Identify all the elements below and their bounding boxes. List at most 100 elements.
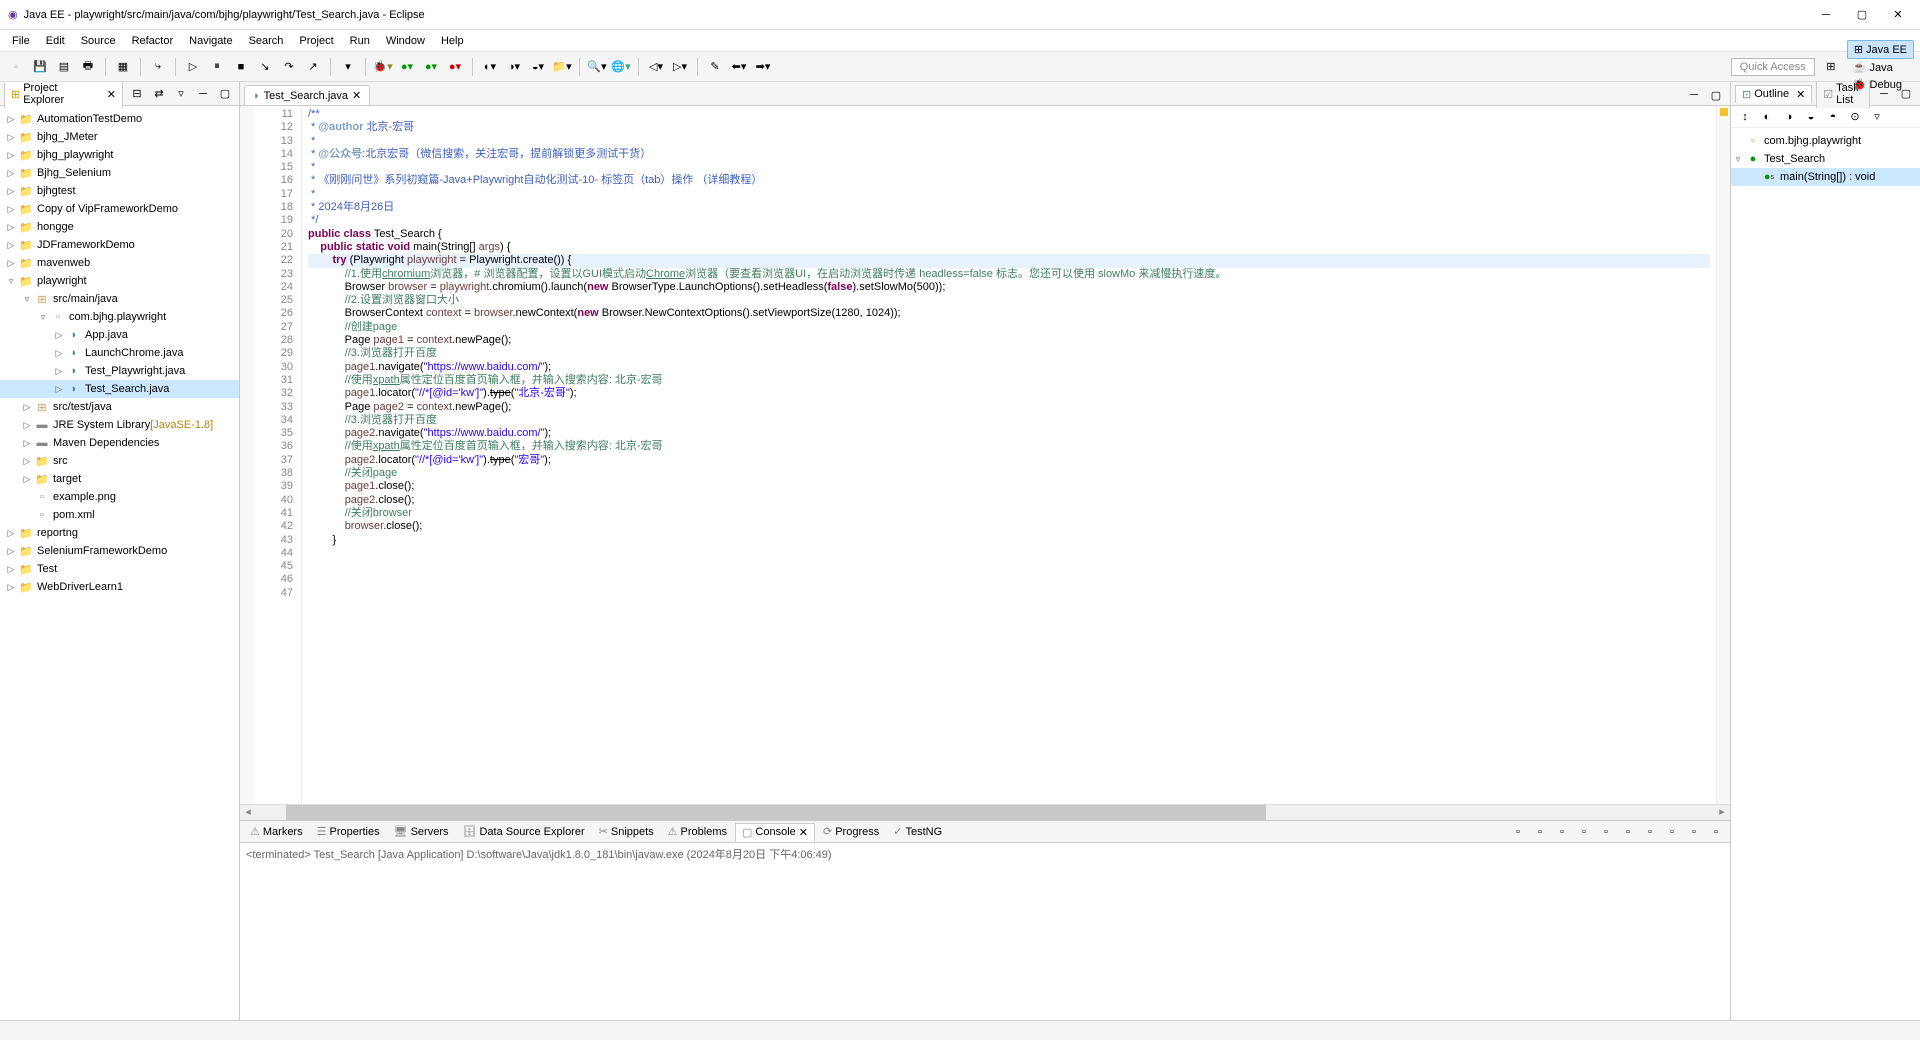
menu-edit[interactable]: Edit — [38, 33, 73, 49]
tree-item-example-png[interactable]: ▫example.png — [0, 488, 239, 506]
expand-icon[interactable]: ▷ — [20, 474, 34, 485]
sort-button[interactable]: ↕ — [1735, 107, 1755, 127]
new-java-button[interactable]: ◐▾ — [480, 57, 500, 77]
expand-icon[interactable]: ▷ — [4, 258, 18, 269]
bottom-tab-markers[interactable]: ⚠Markers — [244, 823, 309, 840]
expand-icon[interactable]: ▷ — [20, 438, 34, 449]
outline-method[interactable]: ●s main(String[]) : void — [1731, 168, 1920, 186]
expand-icon[interactable]: ▷ — [4, 222, 18, 233]
menu-file[interactable]: File — [4, 33, 38, 49]
tree-item-bjhg-playwright[interactable]: ▷📁bjhg_playwright — [0, 146, 239, 164]
expand-icon[interactable]: ▿ — [20, 294, 34, 305]
resume-button[interactable]: ▷ — [183, 57, 203, 77]
scroll-right-icon[interactable]: ▸ — [1714, 805, 1730, 820]
close-tab-icon[interactable]: ✕ — [352, 89, 361, 102]
hide-local-button[interactable]: ◓ — [1823, 107, 1843, 127]
annotation-prev-button[interactable]: ◁▾ — [646, 57, 666, 77]
project-tree[interactable]: ▷📁AutomationTestDemo▷📁bjhg_JMeter▷📁bjhg_… — [0, 106, 239, 1020]
close-button[interactable]: ✕ — [1884, 5, 1912, 25]
bottom-tab-problems[interactable]: ⚠Problems — [662, 823, 733, 840]
outline-menu-button[interactable]: ▿ — [1867, 107, 1887, 127]
expand-icon[interactable]: ▷ — [20, 456, 34, 467]
maximize-view-button[interactable]: ▢ — [215, 84, 235, 104]
build-button[interactable]: ▦ — [113, 57, 133, 77]
tree-item-test[interactable]: ▷📁Test — [0, 560, 239, 578]
save-all-button[interactable]: ▤ — [54, 57, 74, 77]
quick-access-input[interactable]: Quick Access — [1731, 58, 1815, 76]
tree-item-hongge[interactable]: ▷📁hongge — [0, 218, 239, 236]
console-body[interactable]: <terminated> Test_Search [Java Applicati… — [240, 843, 1730, 1020]
expand-icon[interactable]: ▷ — [4, 204, 18, 215]
forward-button[interactable]: ➡▾ — [753, 57, 773, 77]
outline-class[interactable]: ▿ ● Test_Search — [1731, 150, 1920, 168]
expand-icon[interactable]: ▷ — [4, 186, 18, 197]
external-tools-button[interactable]: ●▾ — [445, 57, 465, 77]
menu-run[interactable]: Run — [342, 33, 378, 49]
expand-icon[interactable]: ▷ — [4, 132, 18, 143]
new-button[interactable]: ▫️ — [6, 57, 26, 77]
hide-nonpublic-button[interactable]: ◒ — [1801, 107, 1821, 127]
new-class-button[interactable]: ◒▾ — [528, 57, 548, 77]
open-type-button[interactable]: 📁▾ — [552, 57, 572, 77]
project-explorer-tab[interactable]: ⊞ Project Explorer ✕ — [4, 82, 123, 108]
expand-icon[interactable]: ▷ — [4, 582, 18, 593]
menu-window[interactable]: Window — [378, 33, 433, 49]
console-min-button[interactable]: ▫ — [1684, 822, 1704, 842]
overview-ruler[interactable] — [1716, 106, 1730, 804]
minimize-view-button[interactable]: ─ — [193, 84, 213, 104]
open-perspective-button[interactable]: ⊞ — [1821, 57, 1841, 77]
tree-item-src-test-java[interactable]: ▷⊞src/test/java — [0, 398, 239, 416]
bottom-tab-data-source-explorer[interactable]: 🗄Data Source Explorer — [457, 823, 591, 840]
menu-search[interactable]: Search — [241, 33, 292, 49]
console-terminate-button[interactable]: ▫ — [1508, 822, 1528, 842]
expand-icon[interactable]: ▷ — [4, 168, 18, 179]
menu-project[interactable]: Project — [291, 33, 341, 49]
menu-navigate[interactable]: Navigate — [181, 33, 240, 49]
expand-icon[interactable]: ▷ — [52, 366, 66, 377]
tree-item-reportng[interactable]: ▷📁reportng — [0, 524, 239, 542]
back-button[interactable]: ⬅▾ — [729, 57, 749, 77]
tree-item-mavenweb[interactable]: ▷📁mavenweb — [0, 254, 239, 272]
tree-item-src-main-java[interactable]: ▿⊞src/main/java — [0, 290, 239, 308]
expand-icon[interactable]: ▿ — [4, 276, 18, 287]
tree-item-target[interactable]: ▷📁target — [0, 470, 239, 488]
tree-item-test-playwright-java[interactable]: ▷◗Test_Playwright.java — [0, 362, 239, 380]
focus-button[interactable]: ⊙ — [1845, 107, 1865, 127]
close-tab-icon[interactable]: ✕ — [799, 826, 808, 839]
link-editor-button[interactable]: ⇄ — [149, 84, 169, 104]
new-server-button[interactable]: ▾ — [338, 57, 358, 77]
tree-item-bjhg-jmeter[interactable]: ▷📁bjhg_JMeter — [0, 128, 239, 146]
terminate-button[interactable]: ■ — [231, 57, 251, 77]
step-return-button[interactable]: ↗ — [303, 57, 323, 77]
bottom-tab-testng[interactable]: ✓TestNG — [887, 823, 948, 840]
console-display-button[interactable]: ▫ — [1640, 822, 1660, 842]
new-package-button[interactable]: ◑▾ — [504, 57, 524, 77]
tree-item-com-bjhg-playwright[interactable]: ▿▫com.bjhg.playwright — [0, 308, 239, 326]
minimize-button[interactable]: ─ — [1812, 5, 1840, 25]
step-into-button[interactable]: ↘ — [255, 57, 275, 77]
expand-icon[interactable]: ▷ — [4, 564, 18, 575]
scroll-left-icon[interactable]: ◂ — [240, 805, 256, 820]
console-scroll-lock-button[interactable]: ▫ — [1596, 822, 1616, 842]
expand-icon[interactable]: ▷ — [4, 528, 18, 539]
expand-icon[interactable]: ▷ — [20, 402, 34, 413]
step-over-button[interactable]: ↷ — [279, 57, 299, 77]
bottom-tab-properties[interactable]: ☰Properties — [311, 823, 386, 840]
outline-package[interactable]: ▫ com.bjhg.playwright — [1731, 132, 1920, 150]
expand-icon[interactable]: ▷ — [52, 348, 66, 359]
close-view-icon[interactable]: ✕ — [107, 88, 116, 101]
bottom-tab-servers[interactable]: 🖥Servers — [388, 823, 455, 840]
hide-fields-button[interactable]: ◐ — [1757, 107, 1777, 127]
menu-help[interactable]: Help — [433, 33, 472, 49]
skip-breakpoints-button[interactable]: ⤷ — [148, 57, 168, 77]
tree-item-seleniumframeworkdemo[interactable]: ▷📁SeleniumFrameworkDemo — [0, 542, 239, 560]
scroll-thumb[interactable] — [286, 805, 1266, 820]
tree-item-copy-of-vipframeworkdemo[interactable]: ▷📁Copy of VipFrameworkDemo — [0, 200, 239, 218]
expand-icon[interactable]: ▷ — [20, 420, 34, 431]
bottom-tab-progress[interactable]: ⟳Progress — [817, 823, 885, 840]
perspective-debug[interactable]: 🐞 Debug — [1847, 76, 1914, 93]
tree-item-automationtestdemo[interactable]: ▷📁AutomationTestDemo — [0, 110, 239, 128]
expand-icon[interactable]: ▷ — [4, 114, 18, 125]
console-clear-button[interactable]: ▫ — [1574, 822, 1594, 842]
hide-static-button[interactable]: ◑ — [1779, 107, 1799, 127]
